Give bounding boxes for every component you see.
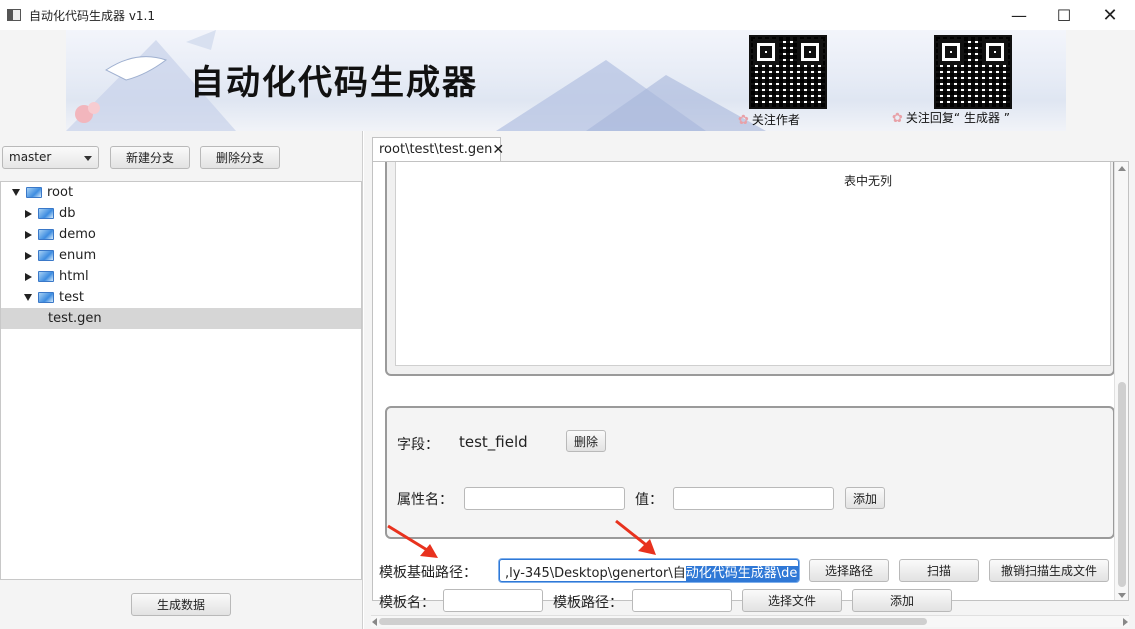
tree-item-enum[interactable]: enum [1,245,361,266]
template-base-path-input[interactable]: ,ly-345\Desktop\genertor\自动化代码生成器\demo [499,559,799,582]
tree-item-label: enum [59,248,97,263]
folder-icon [38,208,54,219]
folder-icon [26,187,42,198]
editor-panel: root\test\test.gen ✕ 表中无列 字段： test_field… [364,131,1135,629]
template-path-label: 模板路径： [553,595,623,611]
vertical-scrollbar[interactable] [1114,162,1128,600]
path-selected-text: 动化代码生成器\demo [685,566,798,581]
collapsed-arrow-icon[interactable] [25,251,32,260]
field-value: test_field [459,433,528,451]
editor-content: 表中无列 字段： test_field 删除 属性名： 值： 添加 [372,161,1129,601]
scroll-right-icon[interactable] [1123,618,1128,626]
add-template-button[interactable]: 添加 [852,589,952,612]
qr-caption-author: ✿ 关注作者 [738,113,800,128]
scroll-left-icon[interactable] [372,618,377,626]
delete-field-button[interactable]: 删除 [566,430,606,452]
tree-item-label: test [59,290,84,305]
attr-name-label: 属性名： [397,492,453,508]
flower-icon: ✿ [738,113,749,128]
close-tab-icon[interactable]: ✕ [492,142,504,158]
scroll-thumb[interactable] [1118,382,1126,587]
tree-item-db[interactable]: db [1,203,361,224]
columns-group: 表中无列 [385,162,1115,376]
annotation-arrow-right [615,519,656,555]
expanded-arrow-icon[interactable] [24,294,32,301]
maximize-icon[interactable]: ☐ [1041,0,1087,30]
tree-item-root[interactable]: root [1,182,361,203]
branch-select-value: master [9,150,52,164]
tab-label: root\test\test.gen [379,142,493,157]
folder-icon [38,292,54,303]
add-attr-button[interactable]: 添加 [845,487,885,509]
new-branch-button[interactable]: 新建分支 [110,146,190,169]
expanded-arrow-icon[interactable] [12,189,20,196]
choose-path-button[interactable]: 选择路径 [809,559,889,582]
undo-scan-button[interactable]: 撤销扫描生成文件 [989,559,1109,582]
value-label: 值： [635,492,663,508]
scan-button[interactable]: 扫描 [899,559,979,582]
annotation-arrow-left [387,524,438,558]
tab-test-gen[interactable]: root\test\test.gen ✕ [372,137,504,161]
choose-file-button[interactable]: 选择文件 [742,589,842,612]
qr-caption-reply: ✿ 关注回复“ 生成器 ” [892,111,1010,126]
delete-branch-button[interactable]: 删除分支 [200,146,280,169]
folder-icon [38,229,54,240]
tree-item-html[interactable]: html [1,266,361,287]
banner-title: 自动化代码生成器 [190,63,478,103]
tree-item-label: test.gen [48,311,102,326]
collapsed-arrow-icon[interactable] [25,209,32,218]
banner-image: 自动化代码生成器 ✿ 关注作者 ✿ 关注回复“ 生成器 ” [66,30,1066,131]
tree-item-test-gen[interactable]: test.gen [1,308,361,329]
scroll-down-icon[interactable] [1118,593,1126,598]
window-title: 自动化代码生成器 v1.1 [29,8,156,23]
qr-code-reply [934,35,1012,109]
folder-icon [38,271,54,282]
tree-item-label: demo [59,227,96,242]
file-tree: root db demo enum html test test.gen [0,181,362,580]
minimize-icon[interactable]: — [996,0,1042,30]
template-name-label: 模板名： [379,595,435,611]
qr-code-author [749,35,827,109]
tree-item-demo[interactable]: demo [1,224,361,245]
close-icon[interactable]: ✕ [1087,0,1133,30]
path-text: ,ly-345\Desktop\genertor\自 [505,566,686,581]
left-panel: master 新建分支 删除分支 root db demo enum html [0,131,363,629]
field-group: 字段： test_field 删除 属性名： 值： 添加 [385,406,1115,539]
title-bar: 自动化代码生成器 v1.1 — ☐ ✕ [0,0,1135,30]
app-icon [7,9,21,21]
field-label: 字段： [397,437,439,453]
tree-item-label: db [59,206,76,221]
template-base-path-label: 模板基础路径： [379,565,477,581]
tree-item-label: html [59,269,89,284]
branch-select[interactable]: master [2,146,99,169]
attr-name-input[interactable] [464,487,625,510]
horizontal-scrollbar[interactable] [371,615,1129,627]
scroll-up-icon[interactable] [1118,166,1126,171]
folder-icon [38,250,54,261]
template-path-input[interactable] [632,589,732,612]
tree-item-label: root [47,185,74,200]
columns-table: 表中无列 [395,162,1111,366]
collapsed-arrow-icon[interactable] [25,272,32,281]
template-name-input[interactable] [443,589,543,612]
scroll-thumb[interactable] [379,618,927,625]
empty-table-message: 表中无列 [843,174,892,188]
generate-data-button[interactable]: 生成数据 [131,593,231,616]
tree-item-test[interactable]: test [1,287,361,308]
chevron-down-icon [84,156,92,161]
banner: 自动化代码生成器 ✿ 关注作者 ✿ 关注回复“ 生成器 ” [0,30,1135,131]
attr-value-input[interactable] [673,487,834,510]
collapsed-arrow-icon[interactable] [25,230,32,239]
flower-icon: ✿ [892,111,903,126]
